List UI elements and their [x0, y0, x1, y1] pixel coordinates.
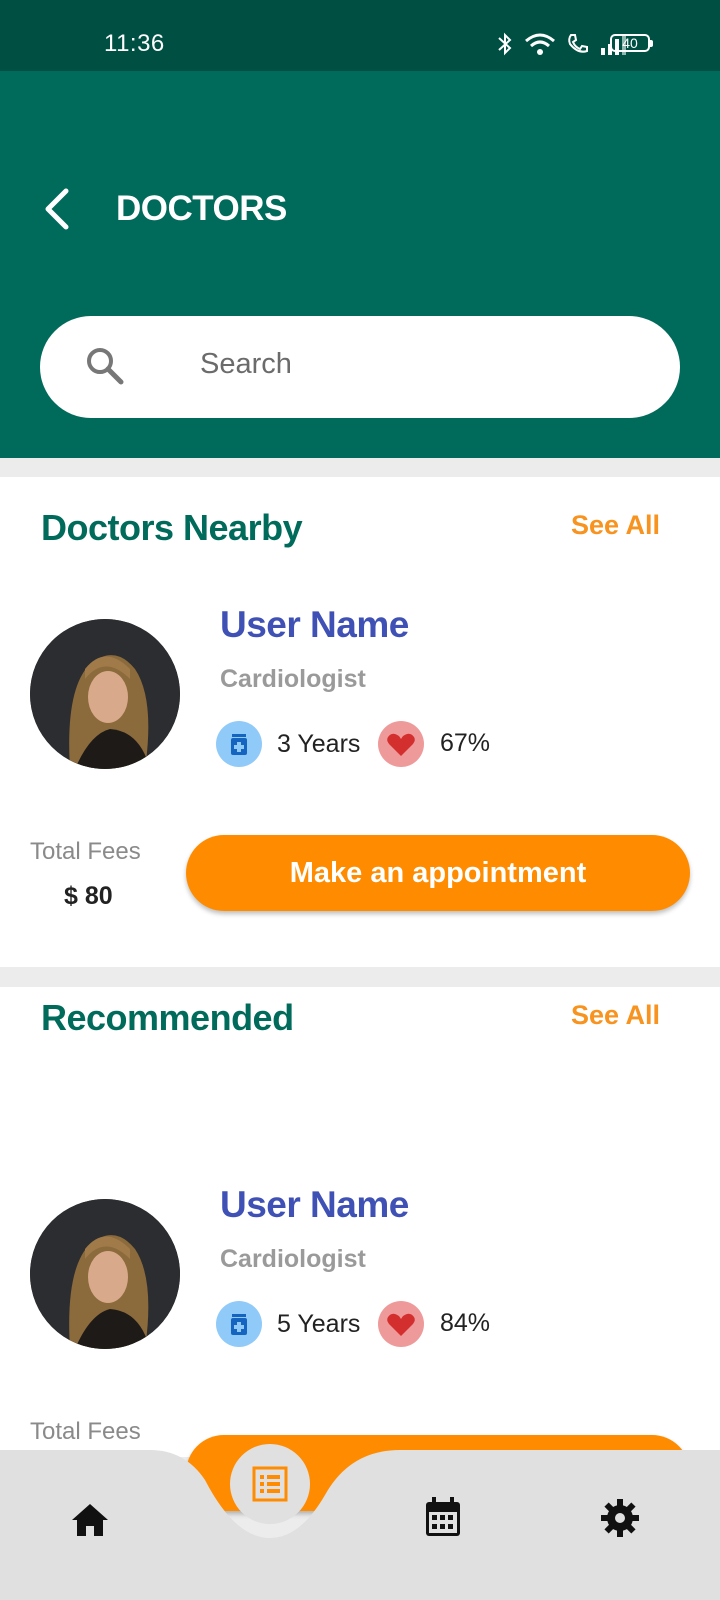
search-placeholder: Search	[200, 348, 292, 380]
home-icon[interactable]	[70, 1502, 110, 1538]
medicine-icon	[216, 721, 262, 767]
medicine-icon	[216, 1301, 262, 1347]
heart-icon	[378, 721, 424, 767]
see-all-link[interactable]: See All	[571, 510, 660, 541]
see-all-link[interactable]: See All	[571, 1000, 660, 1031]
rating-text: 84%	[440, 1309, 491, 1337]
call-icon	[568, 34, 588, 53]
status-time: 11:36	[104, 30, 165, 57]
list-icon	[252, 1466, 288, 1502]
section-title: Recommended	[41, 997, 294, 1038]
header: DOCTORS Search	[0, 71, 720, 458]
bluetooth-icon	[498, 32, 512, 56]
list-tab-button[interactable]	[230, 1444, 310, 1524]
wifi-icon	[525, 33, 555, 55]
search-icon	[87, 348, 124, 385]
settings-icon[interactable]	[600, 1498, 640, 1538]
calendar-icon[interactable]	[424, 1496, 462, 1538]
fees-value: $ 80	[64, 882, 113, 910]
doctor-name: User Name	[220, 1184, 409, 1225]
doctor-avatar	[30, 619, 180, 769]
status-bar: 11:36 40	[0, 0, 720, 71]
status-icons	[496, 32, 628, 56]
heart-icon	[378, 1301, 424, 1347]
battery-icon: 40	[610, 34, 653, 52]
rating-text: 67%	[440, 729, 491, 757]
make-appointment-button[interactable]: Make an appointment	[186, 835, 690, 911]
recommended-section: Recommended See All User Name Cardiologi…	[0, 987, 720, 1511]
bottom-nav	[0, 1444, 720, 1600]
doctor-avatar	[30, 1199, 180, 1349]
section-title: Doctors Nearby	[41, 507, 303, 548]
doctor-name: User Name	[220, 604, 409, 645]
experience-text: 5 Years	[277, 1310, 361, 1338]
fees-label: Total Fees	[30, 838, 141, 865]
search-input[interactable]: Search	[40, 316, 680, 418]
page-title: DOCTORS	[116, 189, 287, 228]
back-arrow-icon[interactable]	[40, 187, 76, 231]
doctor-specialty: Cardiologist	[220, 1245, 366, 1273]
doctors-nearby-section: Doctors Nearby See All User Name Cardiol…	[0, 477, 720, 967]
doctor-specialty: Cardiologist	[220, 665, 366, 693]
fees-label: Total Fees	[30, 1418, 141, 1445]
experience-text: 3 Years	[277, 730, 361, 758]
